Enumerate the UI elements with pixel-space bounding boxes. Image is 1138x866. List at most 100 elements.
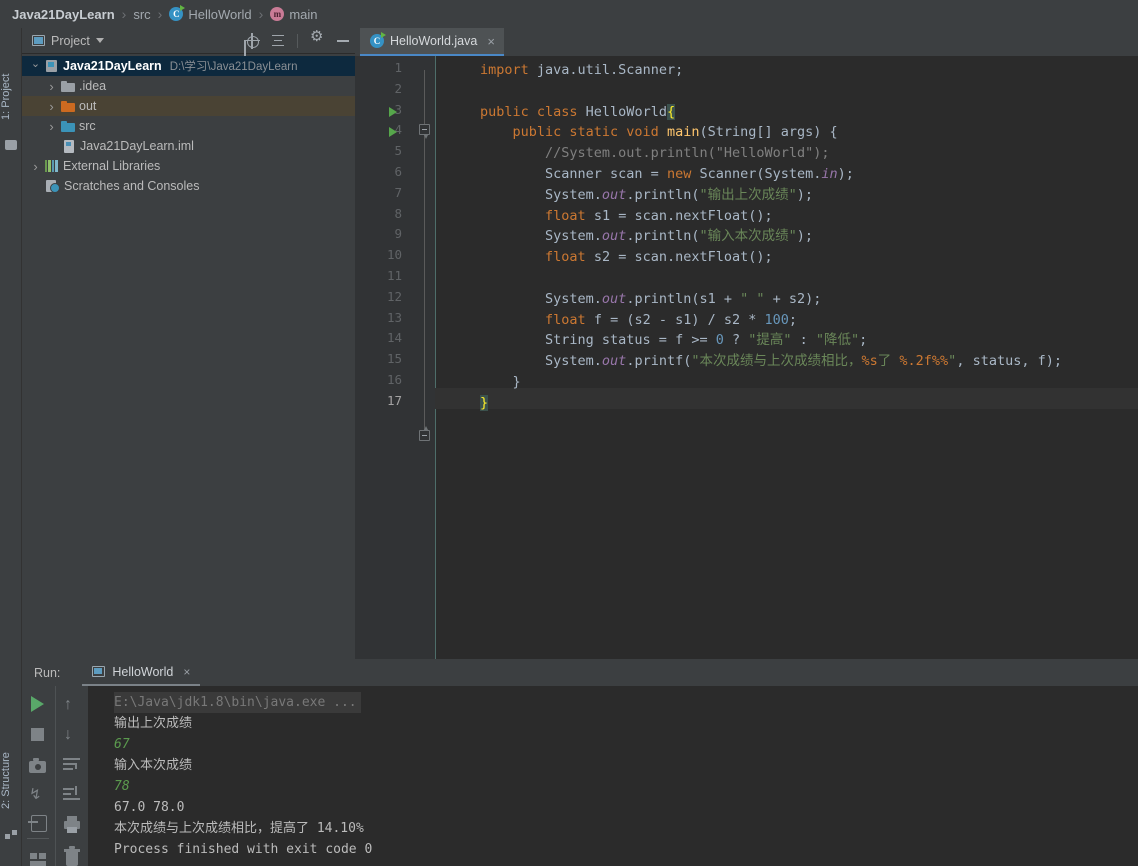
code-line: } [480, 372, 521, 393]
chevron-right-icon[interactable] [46, 79, 57, 94]
code-token: } [480, 394, 489, 411]
code-token: : [791, 332, 816, 349]
code-line: float s2 = scan.nextFloat(); [480, 247, 773, 268]
code-line: Scanner scan = new Scanner(System.in); [480, 164, 854, 185]
tree-node-label: External Libraries [63, 159, 161, 173]
chevron-right-icon[interactable] [46, 119, 57, 134]
code-content[interactable]: import java.util.Scanner; public class He… [412, 56, 1138, 659]
tree-node-label: .idea [79, 79, 107, 93]
run-gutter-icon[interactable] [389, 106, 397, 117]
thread-dump-icon[interactable]: ↯ [29, 786, 47, 804]
run-gutter-icon[interactable] [389, 127, 397, 138]
tree-node-external-libraries[interactable]: External Libraries [22, 156, 355, 176]
breadcrumb-item-method[interactable]: m main [270, 6, 318, 22]
project-header-tools [244, 29, 349, 49]
code-token: java.util.Scanner; [536, 62, 684, 78]
layout-icon[interactable] [29, 851, 47, 866]
run-tab-helloworld[interactable]: HelloWorld × [82, 659, 201, 686]
breadcrumb-item-class[interactable]: C HelloWorld [169, 5, 252, 22]
trash-icon[interactable] [63, 846, 81, 866]
code-token: " " [740, 290, 765, 307]
breadcrumb-item-project[interactable]: Java21DayLearn [12, 7, 115, 22]
code-token: main [666, 124, 700, 141]
console-line: E:\Java\jdk1.8\bin\java.exe ... [114, 692, 361, 713]
rerun-icon[interactable] [31, 696, 44, 712]
breadcrumb-item-src[interactable]: src [133, 7, 150, 22]
run-body: ↯ ↑ ↓ E:\Java\jdk1.8\bin\java.exe ... 输出… [22, 686, 1138, 866]
toolbar-divider [297, 33, 298, 48]
arrow-up-icon[interactable]: ↑ [64, 696, 82, 714]
code-token: ); [796, 228, 813, 245]
tree-node-module[interactable]: Java21DayLearn D:\学习\Java21DayLearn [22, 56, 355, 76]
code-token: out [601, 290, 627, 307]
scratches-icon [46, 179, 60, 193]
code-token: "本次成绩与上次成绩相比， [691, 353, 862, 370]
line-number: 6 [394, 164, 402, 179]
tree-node-scratches[interactable]: Scratches and Consoles [22, 176, 355, 196]
code-token: .println( [626, 186, 700, 203]
minimize-icon[interactable] [337, 39, 349, 42]
stop-icon[interactable] [31, 728, 44, 741]
tool-button-structure[interactable]: 2: Structure [0, 742, 22, 820]
code-line: public static void main(String[] args) { [480, 122, 838, 143]
breadcrumb-label: src [133, 6, 151, 22]
code-token: .println( [626, 228, 700, 245]
chevron-right-icon[interactable] [46, 99, 57, 114]
tool-button-project[interactable]: 1: Project [0, 62, 22, 132]
code-token: new [666, 166, 700, 182]
project-panel-title: Project [51, 33, 90, 48]
project-view-selector[interactable]: Project [32, 34, 104, 48]
code-token: s2 = scan.nextFloat(); [593, 249, 773, 266]
run-panel: Run: HelloWorld × ↯ ↑ ↓ E:\Java\jdk1.8\b… [22, 659, 1138, 866]
soft-wrap-icon[interactable] [63, 756, 81, 774]
code-token: Scanner(System. [699, 166, 822, 182]
locate-icon[interactable] [244, 32, 260, 49]
code-token: 100 [764, 311, 789, 328]
arrow-down-icon[interactable]: ↓ [64, 726, 82, 744]
breadcrumb-label: Java21DayLearn [12, 6, 115, 22]
toolbar-divider [27, 838, 49, 839]
code-token: .println(s1 + [626, 290, 741, 307]
camera-icon[interactable] [29, 758, 47, 776]
close-icon[interactable]: × [487, 34, 495, 49]
chevron-right-icon[interactable] [30, 159, 41, 174]
line-number: 17 [386, 392, 402, 408]
print-icon[interactable] [63, 816, 81, 834]
code-token: public static void [480, 124, 667, 141]
code-token: (String[] args) { [699, 124, 838, 141]
tree-node-label: Java21DayLearn.iml [80, 139, 194, 153]
code-line: import java.util.Scanner; [480, 60, 683, 81]
console-line: Process finished with exit code 0 [114, 842, 373, 857]
breadcrumb-separator: › [157, 6, 163, 22]
breadcrumb-separator: › [258, 6, 264, 22]
code-token: System. [480, 290, 602, 307]
chevron-down-icon[interactable] [30, 60, 41, 73]
code-line: System.out.println(s1 + " " + s2); [480, 289, 821, 310]
editor-gutter[interactable]: 1 2 3 4 5 6 7 8 9 10 11 12 13 14 15 16 17 [355, 56, 412, 659]
line-number: 15 [386, 351, 402, 367]
console-line: 输入本次成绩 [114, 758, 193, 773]
tree-node-idea[interactable]: .idea [22, 76, 355, 96]
tree-node-iml[interactable]: Java21DayLearn.iml [22, 136, 355, 156]
scroll-to-end-icon[interactable] [63, 786, 81, 804]
line-number: 10 [386, 247, 402, 263]
run-tab-bar: Run: HelloWorld × [22, 659, 1138, 686]
import-icon[interactable] [28, 814, 47, 832]
code-token: float [545, 249, 594, 266]
console-output[interactable]: E:\Java\jdk1.8\bin\java.exe ... 输出上次成绩 67 输… [88, 686, 1138, 866]
run-tab-label: HelloWorld [112, 664, 174, 679]
console-line: 78 [114, 779, 130, 794]
code-token: 了 [877, 353, 900, 370]
tree-node-src[interactable]: src [22, 116, 355, 136]
run-toolbar-secondary: ↑ ↓ [55, 686, 88, 866]
code-token: { [666, 103, 676, 120]
gear-icon[interactable] [310, 29, 325, 48]
breadcrumb-label: main [289, 6, 318, 22]
code-token: out [601, 228, 627, 245]
code-editor[interactable]: 1 2 3 4 5 6 7 8 9 10 11 12 13 14 15 16 17 import java.ut… [355, 56, 1138, 659]
tree-node-out[interactable]: out [22, 96, 355, 116]
collapse-all-icon[interactable] [271, 34, 285, 48]
tab-helloworld-java[interactable]: C HelloWorld.java × [360, 28, 504, 56]
close-icon[interactable]: × [183, 665, 190, 679]
